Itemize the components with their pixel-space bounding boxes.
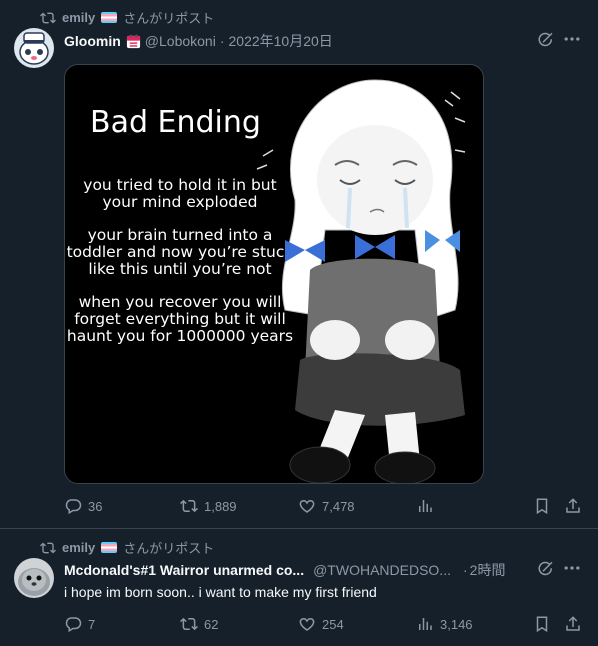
crying-girl-illustration <box>256 79 466 483</box>
like-count: 7,478 <box>322 498 355 514</box>
tweet-media-image[interactable]: Bad Ending you tried to hold it in but y… <box>64 64 484 484</box>
author-handle[interactable]: @TWOHANDEDSO... <box>313 562 451 578</box>
like-count: 254 <box>322 616 344 632</box>
reply-icon <box>65 617 82 633</box>
tweet-actions: 7 62 254 3,146 <box>64 615 584 635</box>
reply-icon <box>65 499 82 515</box>
repost-user[interactable]: emily <box>62 540 95 555</box>
reply-count: 36 <box>88 498 103 514</box>
tweet[interactable]: emily さんがリポスト Mcdonald's#1 Wairror unarm… <box>0 529 598 646</box>
repost-icon <box>180 617 198 631</box>
reply-button[interactable]: 7 <box>64 615 95 633</box>
repost-icon <box>180 499 198 513</box>
tweet-header: Mcdonald's#1 Wairror unarmed co... @TWOH… <box>64 560 505 580</box>
repost-button[interactable]: 62 <box>180 615 218 633</box>
repost-context[interactable]: emily さんがリポスト <box>40 538 214 557</box>
tweet-text: i hope im born soon.. i want to make my … <box>64 584 377 600</box>
repost-icon <box>40 12 56 23</box>
tweet-actions: 36 1,889 7,478 <box>64 497 584 517</box>
views-button[interactable] <box>416 497 440 515</box>
avatar-image <box>14 28 54 68</box>
grok-icon[interactable] <box>537 560 555 578</box>
views-icon <box>419 500 432 512</box>
views-count: 3,146 <box>440 616 473 632</box>
author-name[interactable]: Gloomin <box>64 33 121 49</box>
like-icon <box>299 617 315 631</box>
like-button[interactable]: 254 <box>298 615 344 633</box>
tweet[interactable]: emily さんがリポスト Gloomin @Lobokoni · 2022年1… <box>0 0 598 528</box>
avatar-image <box>14 558 54 598</box>
calendar-badge-icon <box>126 33 140 48</box>
repost-button[interactable]: 1,889 <box>180 497 237 515</box>
repost-user[interactable]: emily <box>62 10 95 25</box>
like-button[interactable]: 7,478 <box>298 497 355 515</box>
avatar[interactable] <box>14 28 54 68</box>
timestamp[interactable]: 2022年10月20日 <box>229 31 333 51</box>
separator: · <box>462 562 468 578</box>
repost-icon <box>40 542 56 553</box>
share-icon[interactable] <box>564 615 582 633</box>
tweet-header: Gloomin @Lobokoni · 2022年10月20日 <box>64 31 333 51</box>
timestamp[interactable]: 2時間 <box>470 560 506 580</box>
reply-count: 7 <box>88 616 96 632</box>
trans-flag-icon <box>101 542 118 553</box>
more-icon[interactable] <box>562 29 582 49</box>
trans-flag-icon <box>101 12 118 23</box>
bookmark-icon[interactable] <box>533 497 551 515</box>
views-button[interactable]: 3,146 <box>416 615 473 633</box>
like-icon <box>299 499 315 513</box>
repost-count: 1,889 <box>204 498 237 514</box>
reply-button[interactable]: 36 <box>64 497 102 515</box>
repost-count: 62 <box>204 616 219 632</box>
separator: · <box>219 33 225 49</box>
author-handle[interactable]: @Lobokoni <box>145 33 216 49</box>
avatar[interactable] <box>14 558 54 598</box>
repost-context[interactable]: emily さんがリポスト <box>40 8 214 27</box>
more-icon[interactable] <box>562 558 582 578</box>
views-icon <box>419 618 432 630</box>
share-icon[interactable] <box>564 497 582 515</box>
author-name[interactable]: Mcdonald's#1 Wairror unarmed co... <box>64 562 304 578</box>
repost-suffix: さんがリポスト <box>123 11 215 26</box>
repost-suffix: さんがリポスト <box>123 541 215 556</box>
grok-icon[interactable] <box>537 31 555 49</box>
bookmark-icon[interactable] <box>533 615 551 633</box>
